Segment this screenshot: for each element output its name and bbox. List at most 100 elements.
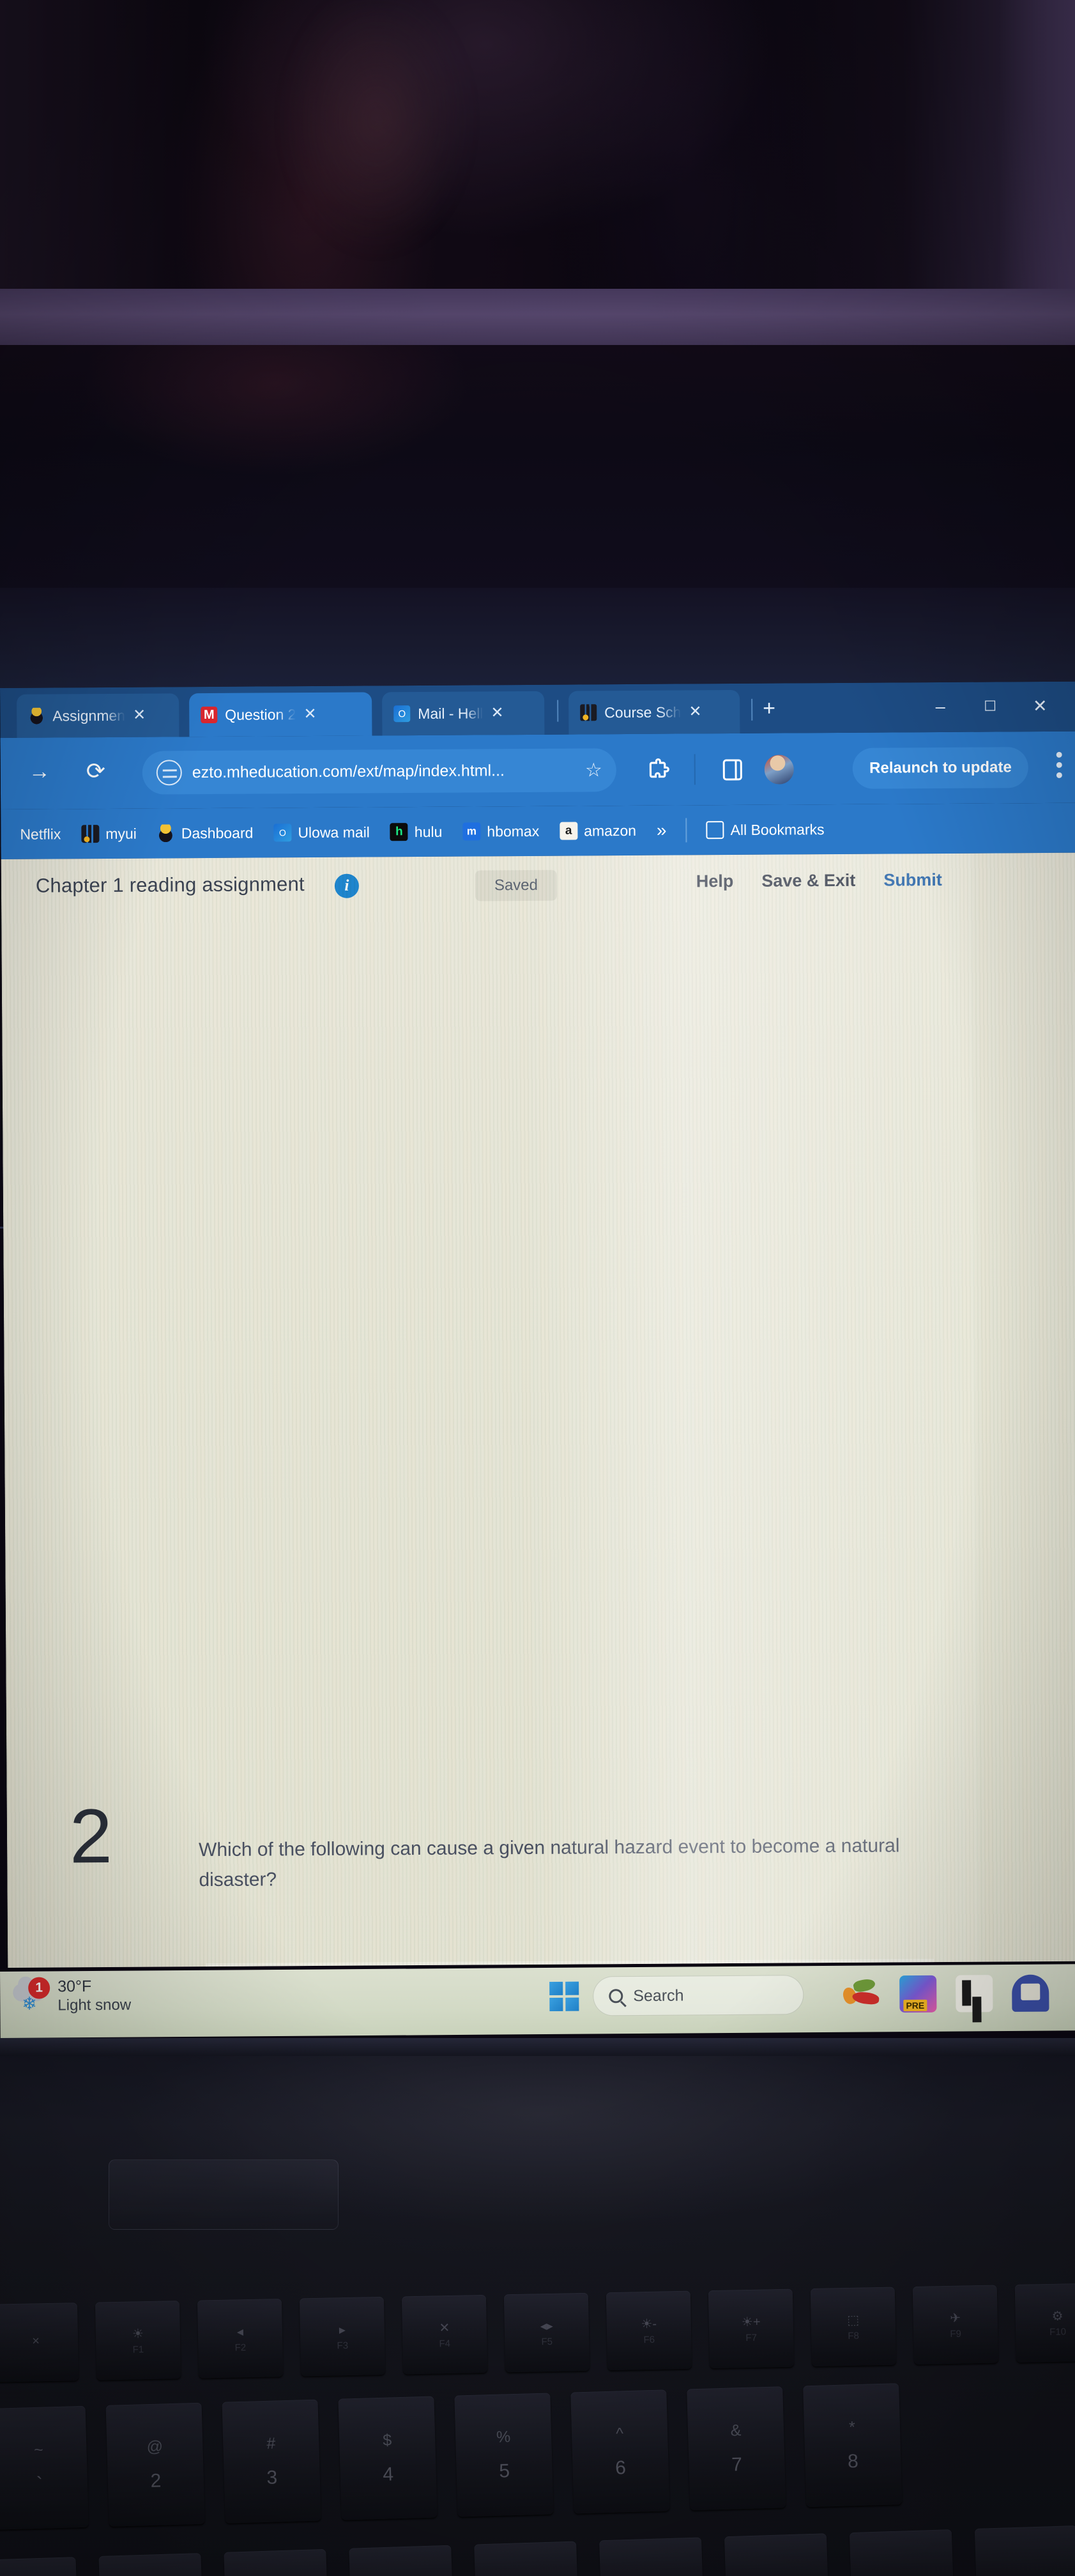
screen-moire-overlay [1,852,1075,1968]
submit-button[interactable]: Submit [883,870,942,891]
bookmarks-overflow-button[interactable]: » [646,820,677,841]
key-label: F1 [132,2344,144,2356]
key-symbol: # [266,2434,276,2453]
key-glyph: ☀ [132,2327,144,2342]
weather-temperature: 30°F [57,1977,92,1996]
key-label: F2 [234,2342,247,2354]
tab-title: Course Sch [604,703,682,721]
notification-badge: 1 [28,1977,50,1999]
key-5: % 5 [454,2393,554,2517]
hbomax-icon: m [462,822,481,841]
reload-icon[interactable]: ⟳ [86,758,105,785]
key-label: F9 [950,2328,962,2340]
bookmark-hbomax[interactable]: m hbomax [452,822,549,841]
key-backtick: ~ ` [0,2405,89,2530]
amazon-icon: a [560,822,578,840]
weather-text: 30°F Light snow [57,1977,131,2015]
save-and-exit-button[interactable]: Save & Exit [761,871,855,891]
key-i [974,2525,1075,2576]
mcgraw-hill-icon: M [201,706,218,724]
key-glyph: ☀- [641,2317,657,2332]
keyboard-function-row: × ☀ F1 ◂ F2 ▸ F3 ✕ F4 ◂▸ F5 ☀- F6 ☀+ F7 ⬚ F8 ✈ F9… [0,2283,1075,2382]
assignment-icon [28,707,45,724]
bookmark-netflix[interactable]: Netflix [10,825,71,843]
bookmark-star-icon[interactable]: ☆ [585,759,602,781]
search-placeholder: Search [633,1986,684,2005]
key-f1: ☀ F1 [95,2301,181,2380]
key-4: $4 [338,2396,438,2520]
close-icon[interactable]: ✕ [491,704,503,721]
three-dot-menu-icon[interactable] [1056,751,1063,783]
screen-reflection-area [0,0,1075,319]
l-app-icon[interactable] [956,1975,993,2012]
key-tab [0,2557,79,2576]
key-symbol: ^ [615,2424,624,2443]
profile-avatar[interactable] [764,755,794,785]
key-glyph: ◂ [236,2325,244,2340]
browser-tab-question[interactable]: M Question 2 ✕ [189,692,372,737]
bookmark-dashboard[interactable]: Dashboard [147,824,264,843]
bookmark-label: amazon [584,822,637,839]
uiowa-icon [580,704,597,721]
all-bookmarks-label: All Bookmarks [730,820,825,838]
bookmark-myui[interactable]: myui [71,825,147,843]
browser-toolbar: → ⟳ ezto.mheducation.com/ext/map/index.h… [0,731,1075,809]
screen-bezel-highlight [0,289,1075,353]
search-input[interactable]: Search [593,1975,804,2016]
bookmark-hulu[interactable]: h hulu [380,823,453,841]
key-symbol: % [496,2427,511,2446]
bookmark-amazon[interactable]: a amazon [549,822,646,840]
laptop-speaker-grille [109,2159,339,2230]
side-panel-icon[interactable] [721,756,744,786]
browser-tab-mail[interactable]: O Mail - Hell ✕ [382,691,545,736]
chili-pepper-icon[interactable] [841,1975,880,2012]
keyboard-letter-row [0,2525,1075,2576]
relaunch-label: Relaunch to update [869,758,1012,777]
key-e [349,2545,454,2576]
key-f5: ◂▸ F5 [503,2292,590,2373]
bookmark-label: Ulowa mail [298,823,370,841]
key-digit: ` [36,2473,43,2495]
key-6: ^ 6 [570,2389,670,2514]
key-label: F8 [848,2330,860,2342]
close-icon[interactable]: ✕ [689,703,701,720]
weather-widget[interactable]: ❄ 1 30°F Light snow [11,1977,131,2015]
bookmark-label: myui [105,825,137,842]
close-icon[interactable]: ✕ [133,707,146,724]
help-button[interactable]: Help [696,871,734,891]
forward-icon[interactable]: → [29,760,50,785]
windows-start-icon[interactable] [549,1981,579,2011]
close-window-button[interactable]: ✕ [1015,694,1065,717]
new-tab-button[interactable]: + [763,696,775,721]
relaunch-to-update-button[interactable]: Relaunch to update [852,747,1028,789]
key-label: F3 [337,2340,349,2352]
puzzle-piece-icon[interactable] [646,757,671,787]
outlook-icon: O [393,705,411,723]
blue-app-icon[interactable] [1012,1974,1049,2012]
toolbar-divider [694,754,696,785]
site-settings-icon[interactable] [156,760,182,786]
minimize-button[interactable]: – [915,695,965,718]
browser-tab-assignment[interactable]: Assignmen ✕ [17,693,179,738]
key-symbol: ~ [33,2441,44,2459]
key-glyph: ✈ [950,2311,961,2326]
key-q [98,2552,204,2576]
close-icon[interactable]: ✕ [303,705,316,723]
all-bookmarks-button[interactable]: All Bookmarks [696,820,834,839]
tab-divider [751,698,753,721]
question-number: 2 [69,1793,113,1880]
browser-tab-course-schedule[interactable]: Course Sch ✕ [568,689,740,735]
key-symbol: * [848,2418,856,2436]
address-bar[interactable]: ezto.mheducation.com/ext/map/index.html.… [142,748,617,795]
key-symbol: & [730,2421,742,2440]
key-f3: ▸ F3 [299,2296,386,2377]
maximize-button[interactable]: ☐ [965,694,1015,717]
key-2: @2 [105,2402,205,2527]
copilot-pre-icon[interactable]: PRE [899,1975,937,2013]
key-glyph: ▸ [339,2323,346,2338]
laptop-hinge [0,2038,1075,2056]
key-label: F5 [541,2336,553,2348]
info-icon[interactable]: i [334,873,360,898]
key-glyph: ☀+ [741,2315,761,2330]
bookmark-ulowa-mail[interactable]: O Ulowa mail [263,823,380,842]
